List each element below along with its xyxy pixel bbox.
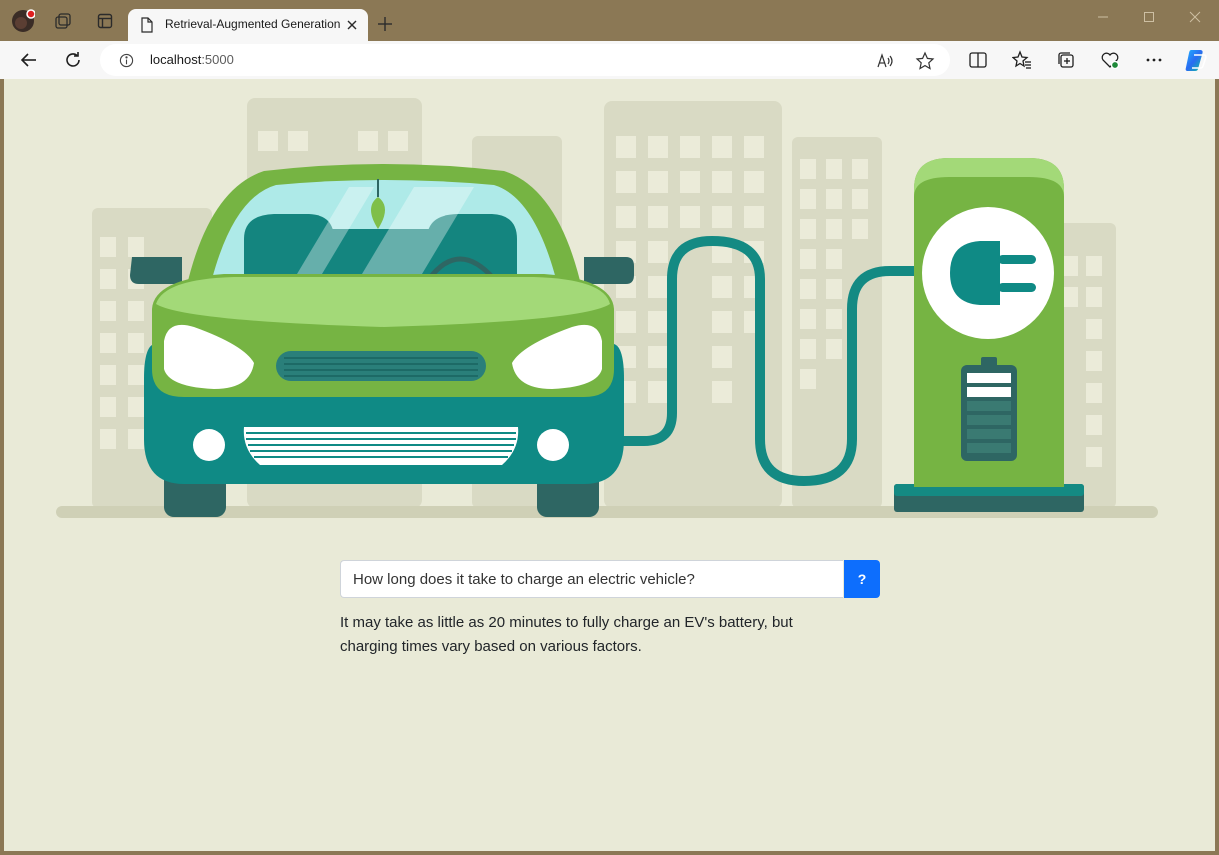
tab-title: Retrieval-Augmented Generation <box>165 17 341 31</box>
url-port: :5000 <box>201 52 234 67</box>
minimize-icon[interactable] <box>1093 10 1113 24</box>
url-text[interactable]: localhost:5000 <box>150 52 234 67</box>
read-aloud-icon[interactable] <box>876 52 894 70</box>
page-icon <box>141 17 153 33</box>
workspaces-icon[interactable] <box>51 9 75 33</box>
new-tab-icon[interactable] <box>376 15 394 33</box>
copilot-icon[interactable] <box>1183 47 1209 73</box>
browser-toolbar: localhost:5000 <box>0 41 1219 79</box>
tab-actions-icon[interactable] <box>93 9 117 33</box>
browser-essentials-icon[interactable] <box>1100 50 1120 70</box>
profile-avatar-icon[interactable] <box>11 9 35 33</box>
maximize-icon[interactable] <box>1139 10 1159 24</box>
window-close-icon[interactable] <box>1185 10 1205 24</box>
page-viewport: ? It may take as little as 20 minutes to… <box>4 79 1215 851</box>
url-host: localhost <box>150 52 202 67</box>
charging-station <box>894 158 1084 512</box>
ev-charging-illustration <box>56 98 1158 518</box>
split-screen-icon[interactable] <box>968 50 988 70</box>
more-icon[interactable] <box>1144 50 1164 70</box>
ask-button[interactable]: ? <box>844 560 880 598</box>
close-icon[interactable] <box>345 18 359 32</box>
title-bar: Retrieval-Augmented Generation <box>0 0 1219 41</box>
address-bar[interactable]: localhost:5000 <box>100 44 950 76</box>
question-input[interactable] <box>340 560 843 598</box>
back-icon[interactable] <box>19 50 39 70</box>
answer-text: It may take as little as 20 minutes to f… <box>340 614 793 655</box>
active-tab[interactable]: Retrieval-Augmented Generation <box>128 9 368 41</box>
favorites-icon[interactable] <box>1012 50 1032 70</box>
site-info-icon[interactable] <box>119 53 134 68</box>
collections-icon[interactable] <box>1056 50 1076 70</box>
question-form: ? <box>340 560 880 598</box>
favorite-star-icon[interactable] <box>915 51 935 71</box>
refresh-icon[interactable] <box>63 50 83 70</box>
